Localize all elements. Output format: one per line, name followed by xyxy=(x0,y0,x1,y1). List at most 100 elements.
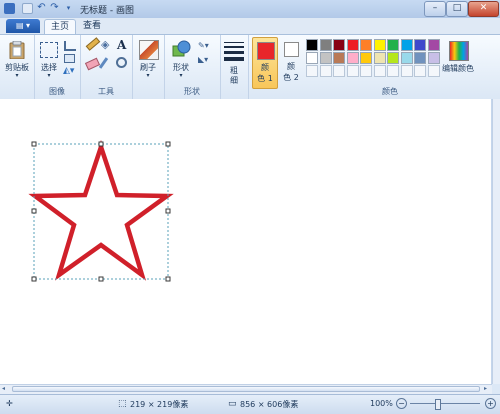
edit-colors-icon xyxy=(449,41,469,61)
tab-view[interactable]: 查看 xyxy=(78,19,106,34)
edit-colors-button[interactable]: 编辑颜色 xyxy=(442,39,474,79)
save-icon[interactable] xyxy=(22,3,33,14)
color2-button[interactable]: 颜 色 2 xyxy=(280,37,304,89)
image-group: 选择 ▾ ◭▾ 图像 xyxy=(34,35,81,99)
palette-swatch[interactable] xyxy=(319,39,332,51)
paste-button[interactable]: 剪贴板 ▾ xyxy=(5,39,29,79)
palette-swatch-empty[interactable] xyxy=(333,65,345,77)
zoom-in-button[interactable]: + xyxy=(485,398,496,409)
palette-swatch[interactable] xyxy=(346,52,359,64)
drawing-canvas[interactable] xyxy=(0,99,491,384)
palette-swatch[interactable] xyxy=(414,39,426,51)
eraser-icon[interactable] xyxy=(84,57,101,71)
palette-swatch[interactable] xyxy=(373,39,386,51)
size-group: 粗 细 xyxy=(220,35,249,99)
edit-colors-label: 编辑颜色 xyxy=(442,64,474,73)
ribbon-tab-bar: ▤ ▾ 主页 查看 xyxy=(0,18,500,35)
color2-label-line2: 色 2 xyxy=(283,73,299,82)
chevron-down-icon: ▾ xyxy=(15,72,19,79)
zoom-out-button[interactable]: − xyxy=(396,398,407,409)
horizontal-scroll-thumb[interactable] xyxy=(12,386,480,392)
undo-icon[interactable]: ↶ xyxy=(36,3,47,14)
vertical-scrollbar[interactable] xyxy=(492,99,500,384)
paint-app-icon[interactable] xyxy=(4,3,15,14)
customize-quick-access-icon[interactable]: ▾ xyxy=(63,3,74,14)
image-group-label: 图像 xyxy=(49,87,65,96)
selection-rectangle-icon xyxy=(40,42,58,58)
resize-icon[interactable] xyxy=(64,54,75,63)
palette-swatch-empty[interactable] xyxy=(360,65,372,77)
canvas-drawing xyxy=(28,139,174,282)
color1-swatch xyxy=(257,42,275,60)
palette-swatch[interactable] xyxy=(306,39,318,51)
red-star-shape[interactable] xyxy=(28,139,174,281)
palette-swatch-empty[interactable] xyxy=(400,65,413,77)
color1-label-line2: 色 1 xyxy=(257,74,273,83)
title-bar: ↶ ↷ ▾ 无标题 - 画图 – □ ✕ xyxy=(0,0,500,19)
scroll-right-icon[interactable]: ▸ xyxy=(484,385,487,392)
fill-bucket-icon[interactable]: ◈ xyxy=(101,38,109,51)
window-title: 无标题 - 画图 xyxy=(80,6,134,16)
shapes-group: 形状 ▾ ✎▾ ◣▾ 形状 xyxy=(164,35,221,99)
brushes-button[interactable]: 刷子 ▾ xyxy=(136,39,160,79)
horizontal-scrollbar[interactable]: ◂ ▸ xyxy=(0,384,492,394)
palette-swatch-empty[interactable] xyxy=(306,65,318,77)
paint-menu-button[interactable]: ▤ ▾ xyxy=(6,19,40,33)
pencil-icon[interactable] xyxy=(85,37,101,51)
size-label-line2: 细 xyxy=(230,76,238,85)
chevron-down-icon: ▾ xyxy=(179,72,183,79)
fill-icon[interactable]: ◣▾ xyxy=(198,55,208,64)
palette-swatch[interactable] xyxy=(414,52,426,64)
zoom-slider-thumb[interactable] xyxy=(435,399,441,410)
palette-swatch-empty[interactable] xyxy=(373,65,386,77)
palette-swatch[interactable] xyxy=(427,39,440,51)
select-button[interactable]: 选择 ▾ xyxy=(38,39,60,79)
zoom-slider[interactable] xyxy=(410,399,480,410)
rotate-icon[interactable]: ◭▾ xyxy=(63,66,74,76)
palette-swatch[interactable] xyxy=(306,52,318,64)
chevron-down-icon: ▾ xyxy=(146,72,150,79)
image-size: 856 × 606像素 xyxy=(240,400,299,409)
cursor-position-icon: ✛ xyxy=(6,399,13,408)
crop-icon[interactable] xyxy=(64,41,76,51)
size-button[interactable]: 粗 细 xyxy=(222,39,246,87)
palette-swatch[interactable] xyxy=(346,39,359,51)
line-width-icon xyxy=(224,42,244,61)
outline-icon[interactable]: ✎▾ xyxy=(198,41,209,50)
selection-size-icon: ⬚ xyxy=(118,399,127,409)
shapes-button[interactable]: 形状 ▾ xyxy=(168,39,194,79)
palette-swatch[interactable] xyxy=(373,52,386,64)
tab-home[interactable]: 主页 xyxy=(44,19,76,35)
palette-swatch[interactable] xyxy=(360,52,372,64)
palette-swatch[interactable] xyxy=(333,39,345,51)
minimize-button[interactable]: – xyxy=(424,1,446,17)
palette-swatch[interactable] xyxy=(387,39,399,51)
palette-swatch-empty[interactable] xyxy=(346,65,359,77)
ribbon: 剪贴板 ▾ 选择 ▾ ◭▾ 图像 ◈ A 工具 刷子 ▾ 形状 ▾ ✎▾ ◣▾ … xyxy=(0,34,500,100)
color2-label-line1: 颜 xyxy=(287,62,295,71)
magnifier-icon[interactable] xyxy=(116,57,127,68)
clipboard-icon xyxy=(9,41,25,59)
redo-icon[interactable]: ↷ xyxy=(49,3,60,14)
palette-swatch[interactable] xyxy=(387,52,399,64)
maximize-button[interactable]: □ xyxy=(446,1,468,17)
scroll-left-icon[interactable]: ◂ xyxy=(2,385,5,392)
color-picker-icon[interactable] xyxy=(98,57,109,69)
palette-swatch-empty[interactable] xyxy=(414,65,426,77)
chevron-down-icon: ▾ xyxy=(47,72,51,79)
palette-swatch[interactable] xyxy=(360,39,372,51)
text-tool-icon[interactable]: A xyxy=(117,38,126,52)
palette-swatch[interactable] xyxy=(319,52,332,64)
color1-button[interactable]: 颜 色 1 xyxy=(252,37,278,89)
close-button[interactable]: ✕ xyxy=(468,1,499,17)
palette-swatch-empty[interactable] xyxy=(427,65,440,77)
palette-swatch[interactable] xyxy=(400,52,413,64)
shapes-group-label: 形状 xyxy=(184,87,200,96)
palette-swatch-empty[interactable] xyxy=(319,65,332,77)
palette-swatch[interactable] xyxy=(333,52,345,64)
tools-group: ◈ A 工具 xyxy=(80,35,133,99)
brushes-group: 刷子 ▾ xyxy=(132,35,165,99)
palette-swatch[interactable] xyxy=(400,39,413,51)
palette-swatch-empty[interactable] xyxy=(387,65,399,77)
palette-swatch[interactable] xyxy=(427,52,440,64)
